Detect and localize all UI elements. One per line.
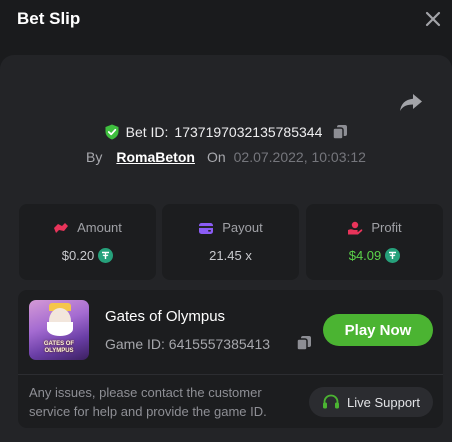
game-id: Game ID: 6415557385413 (105, 336, 270, 352)
game-id-value: 6415557385413 (168, 336, 271, 352)
profit-hand-icon (348, 221, 363, 234)
bet-datetime: 02.07.2022, 10:03:12 (233, 149, 366, 165)
payout-stat-card: Payout 21.45 x (162, 204, 299, 280)
copy-bet-id-icon[interactable] (332, 124, 348, 140)
bet-id-value: 1737197032135785344 (174, 124, 323, 140)
header: Bet Slip (0, 0, 452, 40)
profit-label: Profit (371, 220, 402, 235)
game-thumbnail[interactable]: GATES OF OLYMPUS (29, 300, 89, 360)
payout-label: Payout (222, 220, 263, 235)
share-icon[interactable] (399, 92, 423, 112)
verified-shield-icon (105, 124, 119, 140)
divider (18, 374, 443, 375)
headset-icon (323, 394, 339, 409)
game-id-label: Game ID: (105, 336, 165, 352)
on-label: On (206, 149, 226, 165)
page-title: Bet Slip (17, 9, 81, 28)
username-link[interactable]: RomaBeton (116, 149, 195, 165)
bet-author-row: By RomaBeton On 02.07.2022, 10:03:12 (0, 147, 452, 167)
copy-game-id-icon[interactable] (296, 335, 312, 351)
game-name: Gates of Olympus (105, 308, 226, 325)
stake-icon (54, 222, 69, 233)
live-support-button[interactable]: Live Support (309, 387, 433, 417)
close-icon[interactable] (424, 10, 442, 28)
amount-value: $0.20 (61, 248, 95, 263)
amount-stat-card: Amount $0.20 (19, 204, 156, 280)
support-text: Any issues, please contact the customer … (29, 385, 267, 419)
profit-value: $4.09 (348, 248, 382, 263)
payout-value: 21.45 x (209, 248, 252, 263)
by-label: By (86, 149, 103, 165)
wallet-icon (199, 222, 214, 234)
tether-icon (385, 248, 401, 263)
tether-icon (98, 248, 114, 263)
game-thumbnail-logo: GATES OF OLYMPUS (43, 341, 75, 354)
amount-label: Amount (77, 220, 122, 235)
bet-id-row: Bet ID: 1737197032135785344 (0, 121, 452, 143)
bet-id-label: Bet ID: (125, 124, 169, 140)
profit-stat-card: Profit $4.09 (306, 204, 443, 280)
game-card: GATES OF OLYMPUS Gates of Olympus Game I… (18, 290, 443, 428)
play-now-button[interactable]: Play Now (323, 314, 433, 346)
live-support-label: Live Support (347, 394, 420, 410)
